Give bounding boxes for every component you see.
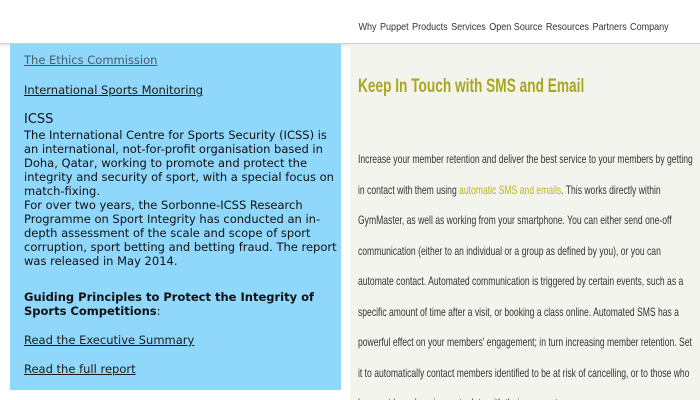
top-nav-menu: Why Puppet Products Services Open Source… [359,21,669,33]
principles-colon: : [156,304,161,318]
nav-item-company[interactable]: Company [630,21,669,33]
full-report-link[interactable]: Read the full report [24,362,136,376]
international-sports-monitoring-link[interactable]: International Sports Monitoring [24,83,203,97]
icss-paragraph-1: The International Centre for Sports Secu… [24,128,334,198]
principles-heading-text: Guiding Principles to Protect the Integr… [24,290,314,318]
description-text-end: . This works directly within GymMaster, … [358,182,692,400]
top-navigation-bar: Why Puppet Products Services Open Source… [0,0,700,44]
nav-item-why[interactable]: Why [359,21,377,33]
nav-item-resources[interactable]: Resources [546,21,589,33]
feature-title: Keep In Touch with SMS and Email [358,76,585,97]
icss-info-panel: The Ethics Commission International Spor… [10,44,341,390]
executive-summary-link[interactable]: Read the Executive Summary [24,333,194,347]
nav-item-products[interactable]: Products [412,21,448,33]
sms-email-feature-card: Keep In Touch with SMS and Email Increas… [350,44,700,400]
icss-paragraph-2: For over two years, the Sorbonne-ICSS Re… [24,198,337,268]
nav-item-puppet[interactable]: Puppet [380,21,409,33]
automatic-sms-emails-link[interactable]: automatic SMS and emails [459,183,561,197]
guiding-principles-heading: Guiding Principles to Protect the Integr… [24,290,336,318]
feature-description: Increase your member retention and deliv… [358,144,694,400]
nav-item-open-source[interactable]: Open Source [490,21,543,33]
nav-item-partners[interactable]: Partners [593,21,627,33]
ethics-commission-link[interactable]: The Ethics Commission [24,53,157,67]
icss-heading: ICSS [24,112,54,127]
nav-item-services[interactable]: Services [451,21,486,33]
icss-description: The International Centre for Sports Secu… [24,128,339,268]
